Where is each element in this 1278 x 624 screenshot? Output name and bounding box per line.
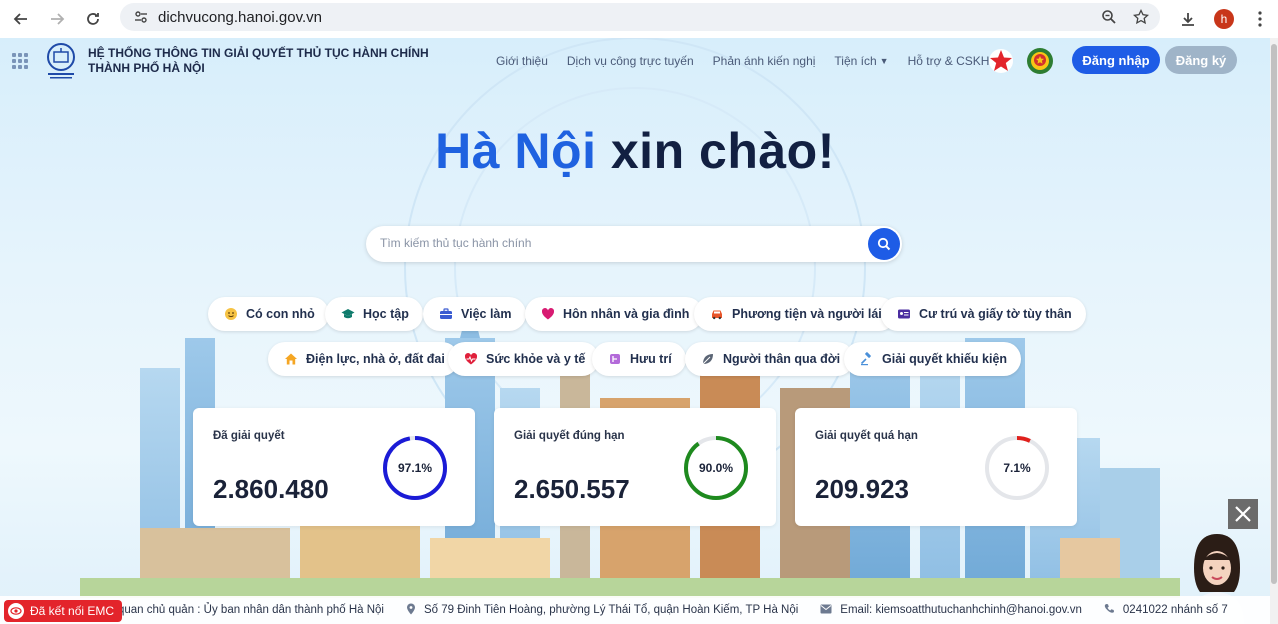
- chip-label: Học tập: [363, 307, 409, 321]
- reload-icon[interactable]: [76, 2, 110, 36]
- bookmark-star-icon[interactable]: [1130, 6, 1152, 28]
- police-emblem-icon[interactable]: [1026, 47, 1054, 75]
- footer-address: Số 79 Đinh Tiên Hoàng, phường Lý Thái Tổ…: [406, 603, 798, 618]
- baby-icon: [224, 307, 238, 321]
- scrollbar-thumb[interactable]: [1271, 44, 1277, 584]
- search-icon: [877, 237, 891, 251]
- category-chip-hoc-tap[interactable]: Học tập: [325, 297, 423, 331]
- chip-label: Có con nhỏ: [246, 307, 315, 321]
- category-chip-hon-nhan[interactable]: Hôn nhân và gia đình: [525, 297, 704, 331]
- hanoi-logo-icon[interactable]: [44, 42, 78, 80]
- footer-phone[interactable]: 0241022 nhánh số 7: [1104, 603, 1228, 617]
- eye-icon: [8, 603, 24, 619]
- stat-value: 2.650.557: [514, 474, 630, 504]
- search-button[interactable]: [868, 228, 900, 260]
- mail-icon: [820, 604, 832, 617]
- close-icon: [1235, 506, 1251, 522]
- back-icon[interactable]: [4, 2, 38, 36]
- address-bar[interactable]: dichvucong.hanoi.gov.vn: [120, 3, 1160, 31]
- chip-label: Giải quyết khiếu kiện: [882, 352, 1008, 366]
- gavel-icon: [860, 352, 874, 366]
- hero-title-rest: xin chào!: [596, 123, 835, 179]
- chip-label: Sức khỏe và y tế: [486, 352, 586, 366]
- category-chip-khieu-kien[interactable]: Giải quyết khiếu kiện: [844, 342, 1022, 376]
- stat-card-resolved[interactable]: Đã giải quyết 2.860.480 97.1%: [193, 408, 475, 526]
- stat-label: Đã giải quyết: [213, 430, 285, 442]
- category-chip-cu-tru[interactable]: Cư trú và giấy tờ tùy thân: [881, 297, 1086, 331]
- stat-card-overdue[interactable]: Giải quyết quá hạn 209.923 7.1%: [795, 408, 1077, 526]
- stat-value: 209.923: [815, 474, 909, 504]
- category-chip-phuong-tien[interactable]: Phương tiện và người lái: [694, 297, 896, 331]
- briefcase-icon: [439, 307, 453, 321]
- id-card-icon: [897, 307, 911, 321]
- category-chip-dien-luc[interactable]: Điện lực, nhà ở, đất đai: [268, 342, 459, 376]
- leaf-icon: [701, 352, 715, 366]
- close-assistant-button[interactable]: [1228, 499, 1258, 529]
- stat-label: Giải quyết đúng hạn: [514, 430, 625, 442]
- menu-item-phan-anh[interactable]: Phản ánh kiến nghị: [713, 54, 816, 68]
- stat-percent: 7.1%: [1003, 461, 1031, 475]
- site-settings-icon[interactable]: [130, 6, 152, 28]
- download-icon[interactable]: [1170, 2, 1206, 36]
- hero-title: Hà Nội xin chào!: [0, 122, 1270, 180]
- heart-icon: [541, 307, 555, 321]
- chip-label: Phương tiện và người lái: [732, 307, 882, 321]
- browser-toolbar: dichvucong.hanoi.gov.vn h: [0, 0, 1278, 38]
- page-viewport: HỆ THỐNG THÔNG TIN GIẢI QUYẾT THỦ TỤC HÀ…: [0, 38, 1270, 624]
- site-title-line1: HỆ THỐNG THÔNG TIN GIẢI QUYẾT THỦ TỤC HÀ…: [88, 46, 429, 60]
- heart-pulse-icon: [464, 352, 478, 366]
- avatar: h: [1214, 9, 1234, 29]
- register-button[interactable]: Đăng ký: [1165, 46, 1237, 74]
- car-icon: [710, 307, 724, 321]
- chip-label: Hôn nhân và gia đình: [563, 307, 690, 321]
- more-menu-icon[interactable]: [1242, 2, 1278, 36]
- url-text: dichvucong.hanoi.gov.vn: [158, 8, 323, 26]
- emc-label: Đã kết nối EMC: [30, 604, 115, 618]
- stat-value: 2.860.480: [213, 474, 329, 504]
- search-box: [366, 226, 902, 262]
- category-chip-suc-khoe[interactable]: Sức khỏe và y tế: [448, 342, 600, 376]
- zoom-icon[interactable]: [1098, 6, 1120, 28]
- chip-label: Cư trú và giấy tờ tùy thân: [919, 307, 1072, 321]
- category-chip-viec-lam[interactable]: Việc làm: [423, 297, 526, 331]
- chevron-down-icon: ▼: [879, 56, 889, 66]
- chip-label: Điện lực, nhà ở, đất đai: [306, 352, 445, 366]
- profile-avatar[interactable]: h: [1206, 2, 1242, 36]
- phone-icon: [1104, 603, 1115, 617]
- emc-status-badge[interactable]: Đã kết nối EMC: [4, 600, 123, 622]
- category-chip-huu-tri[interactable]: Hưu trí: [592, 342, 686, 376]
- house-icon: [284, 352, 298, 366]
- hero-title-accent: Hà Nội: [435, 123, 597, 179]
- graduation-cap-icon: [341, 307, 355, 321]
- location-pin-icon: [406, 603, 416, 618]
- menu-item-tien-ich[interactable]: Tiện ích ▼: [834, 54, 888, 68]
- party-emblem-icon[interactable]: [988, 48, 1014, 74]
- retirement-icon: [608, 352, 622, 366]
- category-chip-co-con-nho[interactable]: Có con nhỏ: [208, 297, 329, 331]
- page-scrollbar[interactable]: [1270, 38, 1278, 624]
- stat-percent: 90.0%: [698, 461, 734, 475]
- menu-item-gioi-thieu[interactable]: Giới thiệu: [496, 54, 548, 68]
- search-input[interactable]: [380, 236, 860, 250]
- site-title[interactable]: HỆ THỐNG THÔNG TIN GIẢI QUYẾT THỦ TỤC HÀ…: [88, 46, 429, 76]
- forward-icon[interactable]: [40, 2, 74, 36]
- footer-email[interactable]: Email: kiemsoatthutuchanhchinh@hanoi.gov…: [820, 604, 1082, 617]
- stat-percent: 97.1%: [397, 461, 433, 475]
- apps-grid-icon[interactable]: [12, 53, 28, 69]
- chip-label: Việc làm: [461, 307, 512, 321]
- footer-agency: quan chủ quản : Ủy ban nhân dân thành ph…: [118, 604, 384, 616]
- site-title-line2: THÀNH PHỐ HÀ NỘI: [88, 61, 205, 75]
- stat-label: Giải quyết quá hạn: [815, 430, 918, 442]
- site-header: HỆ THỐNG THÔNG TIN GIẢI QUYẾT THỦ TỤC HÀ…: [0, 38, 1270, 84]
- category-chip-nguoi-than[interactable]: Người thân qua đời: [685, 342, 855, 376]
- chip-label: Hưu trí: [630, 352, 672, 366]
- site-footer: quan chủ quản : Ủy ban nhân dân thành ph…: [0, 596, 1270, 624]
- main-menu: Giới thiệu Dịch vụ công trực tuyến Phản …: [496, 54, 1020, 68]
- chip-label: Người thân qua đời: [723, 352, 841, 366]
- login-button[interactable]: Đăng nhập: [1072, 46, 1160, 74]
- stat-card-on-time[interactable]: Giải quyết đúng hạn 2.650.557 90.0%: [494, 408, 776, 526]
- menu-item-dich-vu-cong[interactable]: Dịch vụ công trực tuyến: [567, 54, 694, 68]
